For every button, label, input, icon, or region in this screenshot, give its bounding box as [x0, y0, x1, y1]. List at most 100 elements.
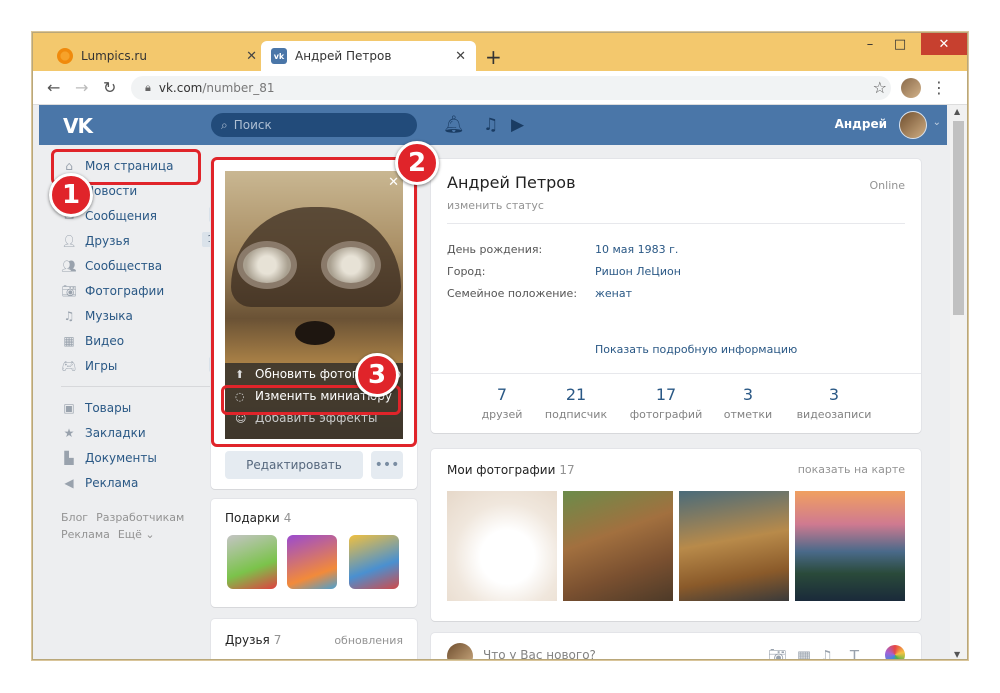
menu-item-goods[interactable]: ▣ Товары	[61, 395, 231, 420]
maximize-button[interactable]: □	[885, 33, 915, 55]
footer-link-more[interactable]: Ещё ⌄	[118, 528, 155, 541]
footer-links: Блог Разработчикам Реклама Ещё ⌄	[61, 509, 231, 543]
minimize-button[interactable]: –	[855, 33, 885, 55]
my-photos-title[interactable]: Мои фотографии 17	[447, 463, 575, 477]
close-window-button[interactable]: ✕	[921, 33, 967, 55]
menu-item-ads[interactable]: ◀ Реклама	[61, 470, 231, 495]
change-status-link[interactable]: изменить статус	[447, 199, 544, 212]
menu-item-label: Сообщества	[85, 258, 163, 273]
url-path: /number_81	[202, 81, 275, 95]
edit-profile-button[interactable]: Редактировать	[225, 451, 363, 479]
field-value[interactable]: Ришон ЛеЦион	[595, 265, 681, 278]
tab-close-icon[interactable]: ✕	[455, 49, 466, 64]
gift-item[interactable]	[287, 535, 337, 589]
color-picker-icon[interactable]	[885, 645, 905, 659]
photo-thumbnail[interactable]	[795, 491, 905, 601]
field-value[interactable]: 10 мая 1983 г.	[595, 243, 678, 256]
menu-item-bookmarks[interactable]: ★ Закладки	[61, 420, 231, 445]
camera-icon[interactable]: 📷︎	[768, 647, 787, 659]
browser-menu-icon[interactable]: ⋮	[931, 78, 947, 97]
post-input[interactable]: Что у Вас нового?	[483, 648, 596, 659]
reload-icon[interactable]: ↻	[103, 78, 116, 97]
scroll-down-icon[interactable]: ▼	[954, 650, 960, 659]
search-placeholder: Поиск	[233, 118, 272, 132]
tab-close-icon[interactable]: ✕	[246, 49, 257, 64]
chevron-down-icon[interactable]: ⌄	[933, 117, 941, 128]
friends-icon: 👤︎	[61, 233, 77, 248]
menu-item-music[interactable]: ♫ Музыка	[61, 303, 231, 328]
photo-thumbnail[interactable]	[679, 491, 789, 601]
photos-count: 17	[559, 463, 575, 477]
friends-title[interactable]: Друзья 7	[225, 633, 281, 647]
show-on-map-link[interactable]: показать на карте	[798, 463, 905, 476]
gifts-title[interactable]: Подарки 4	[225, 511, 291, 525]
header-avatar[interactable]	[899, 111, 927, 139]
address-bar: ← → ↻ 🔒︎ vk.com/number_81 ☆ ⋮	[33, 71, 967, 105]
menu-item-label: Видео	[85, 333, 125, 348]
menu-item-groups[interactable]: 👥︎ Сообщества	[61, 253, 231, 278]
tab-bar: Lumpics.ru ✕ vk Андрей Петров ✕ + – □ ✕	[33, 33, 967, 71]
profile-field-city: Город: Ришон ЛеЦион	[447, 265, 681, 278]
forward-arrow-icon[interactable]: →	[75, 78, 88, 97]
browser-profile-avatar[interactable]	[901, 78, 921, 98]
counter-photos[interactable]: 17 фотографий	[621, 385, 711, 421]
url-input[interactable]: 🔒︎ vk.com/number_81	[131, 76, 891, 100]
friends-count: 7	[273, 633, 282, 647]
counter-videos[interactable]: 3 видеозаписи	[789, 385, 879, 421]
counter-tags[interactable]: 3 отметки	[703, 385, 793, 421]
header-user-name[interactable]: Андрей	[835, 117, 887, 131]
tab-lumpics[interactable]: Lumpics.ru ✕	[47, 41, 267, 71]
menu-item-label: Друзья	[85, 233, 130, 248]
gift-item[interactable]	[349, 535, 399, 589]
vk-header: VK ⌕ Поиск 🔔︎ ♫ ▶ Андрей ⌄	[39, 105, 947, 145]
scroll-thumb[interactable]	[953, 121, 964, 315]
text-format-icon[interactable]: T	[850, 647, 859, 659]
play-icon[interactable]: ▶	[511, 115, 524, 135]
video-icon[interactable]: ▦	[797, 647, 811, 659]
photos-title-text: Мои фотографии	[447, 463, 556, 477]
music-icon[interactable]: ♫	[483, 115, 498, 135]
more-actions-button[interactable]: •••	[371, 451, 403, 479]
field-label: Семейное положение:	[447, 287, 578, 300]
menu-item-documents[interactable]: ▙ Документы	[61, 445, 231, 470]
lock-icon: 🔒︎	[145, 81, 151, 94]
menu-item-photos[interactable]: 📷︎ Фотографии	[61, 278, 231, 303]
counter-num: 17	[655, 385, 677, 404]
counter-label: отметки	[723, 408, 773, 421]
footer-link-blog[interactable]: Блог	[61, 511, 88, 524]
menu-item-games[interactable]: 🎮︎Игры6	[61, 353, 231, 378]
step-badge-1: 1	[49, 173, 93, 217]
tab-title: Lumpics.ru	[81, 49, 147, 63]
friends-updates-link[interactable]: обновления	[334, 634, 403, 647]
divider	[447, 223, 905, 224]
photo-thumbnail[interactable]	[447, 491, 557, 601]
footer-link-ads[interactable]: Реклама	[61, 528, 110, 541]
tab-vk-profile[interactable]: vk Андрей Петров ✕	[261, 41, 476, 71]
search-input[interactable]: ⌕ Поиск	[211, 113, 417, 137]
footer-link-developers[interactable]: Разработчикам	[96, 511, 184, 524]
lumpics-favicon-icon	[57, 48, 73, 64]
show-details-link[interactable]: Показать подробную информацию	[595, 343, 797, 356]
menu-item-video[interactable]: ▦ Видео	[61, 328, 231, 353]
menu-item-friends[interactable]: 👤︎Друзья18	[61, 228, 231, 253]
notifications-bell-icon[interactable]: 🔔︎	[443, 115, 465, 135]
counter-followers[interactable]: 21 подписчик	[531, 385, 621, 421]
field-label: День рождения:	[447, 243, 543, 256]
bookmark-star-icon[interactable]: ☆	[873, 78, 887, 97]
divider	[431, 373, 921, 374]
new-tab-button[interactable]: +	[485, 45, 502, 69]
back-arrow-icon[interactable]: ←	[47, 78, 60, 97]
gift-item[interactable]	[227, 535, 277, 589]
music-icon[interactable]: ♫	[820, 647, 833, 659]
scroll-up-icon[interactable]: ▲	[954, 107, 960, 116]
search-icon: ⌕	[221, 117, 228, 132]
page-scrollbar[interactable]: ▲ ▼	[950, 105, 967, 659]
vk-logo[interactable]: VK	[63, 114, 93, 138]
counter-label: видеозаписи	[796, 408, 872, 421]
field-value[interactable]: женат	[595, 287, 632, 300]
avatar	[447, 643, 473, 659]
friends-title-text: Друзья	[225, 633, 270, 647]
gifts-card: Подарки 4	[211, 499, 417, 607]
megaphone-icon: ◀	[64, 475, 74, 490]
photo-thumbnail[interactable]	[563, 491, 673, 601]
